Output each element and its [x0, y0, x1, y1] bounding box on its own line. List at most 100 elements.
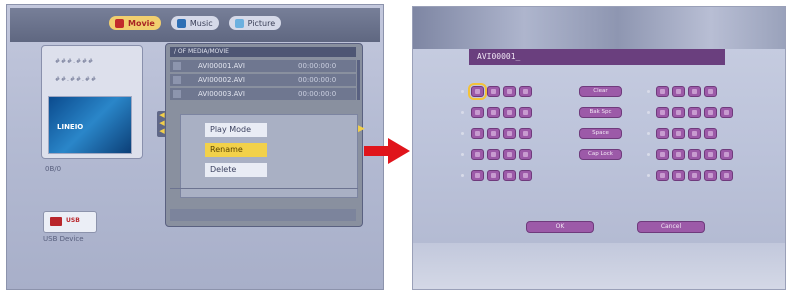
character-key[interactable]	[672, 128, 685, 139]
row-indicator-dot	[461, 153, 464, 156]
character-key[interactable]	[503, 107, 516, 118]
header-banner	[413, 7, 785, 49]
row-indicator-dot	[461, 90, 464, 93]
file-duration: 00:00:00:0	[298, 76, 337, 84]
character-key[interactable]	[656, 149, 669, 160]
video-preview: LINEIO	[48, 96, 132, 154]
usb-device-button[interactable]: USB	[43, 211, 97, 233]
character-key[interactable]	[688, 86, 701, 97]
character-key[interactable]	[704, 149, 717, 160]
character-key[interactable]	[519, 107, 532, 118]
character-key[interactable]	[720, 149, 733, 160]
character-key[interactable]	[487, 149, 500, 160]
space-key[interactable]: Space	[579, 128, 622, 139]
row-indicator-dot	[647, 153, 650, 156]
file-row[interactable]: AVI00002.AVI 00:00:00:0	[170, 74, 356, 86]
row-indicator-dot	[647, 132, 650, 135]
tab-music[interactable]: Music	[170, 16, 219, 30]
menu-item-delete[interactable]: Delete	[205, 163, 267, 177]
character-key[interactable]	[487, 128, 500, 139]
menu-item-rename[interactable]: Rename	[205, 143, 267, 157]
menu-item-play-mode[interactable]: Play Mode	[205, 123, 267, 137]
video-file-icon	[173, 62, 181, 70]
video-file-icon	[173, 90, 181, 98]
backspace-key[interactable]: Bak Spc	[579, 107, 622, 118]
clear-key[interactable]: Clear	[579, 86, 622, 97]
character-key[interactable]	[503, 86, 516, 97]
row-indicator-dot	[647, 90, 650, 93]
chevron-right-icon[interactable]: ▶	[358, 124, 365, 134]
row-indicator-dot	[461, 174, 464, 177]
file-list-path: / OF MEDIA/MOVIE	[170, 47, 356, 57]
character-key[interactable]	[704, 107, 717, 118]
file-info-line-1: ###.###	[55, 58, 95, 65]
character-key[interactable]	[656, 86, 669, 97]
music-note-icon	[176, 18, 186, 28]
row-indicator-dot	[461, 111, 464, 114]
character-key[interactable]	[704, 128, 717, 139]
character-key[interactable]	[672, 170, 685, 181]
file-name: AVI00003.AVI	[198, 90, 245, 98]
character-key[interactable]	[688, 107, 701, 118]
video-file-icon	[173, 76, 181, 84]
character-key[interactable]	[519, 170, 532, 181]
usb-icon	[50, 217, 62, 226]
character-key[interactable]	[656, 170, 669, 181]
panel-divider	[170, 188, 358, 189]
usb-label: USB	[66, 217, 80, 224]
character-key[interactable]	[688, 170, 701, 181]
tab-picture[interactable]: Picture	[228, 16, 282, 30]
caps-lock-key[interactable]: Cap Lock	[579, 149, 622, 160]
file-row[interactable]: AVI00001.AVI 00:00:00:0	[170, 60, 356, 72]
media-tabs: Movie Music Picture	[109, 13, 282, 33]
character-key[interactable]	[672, 86, 685, 97]
tab-movie[interactable]: Movie	[109, 16, 161, 30]
character-key[interactable]	[720, 170, 733, 181]
character-key[interactable]	[471, 170, 484, 181]
character-key[interactable]	[688, 149, 701, 160]
file-duration: 00:00:00:0	[298, 62, 337, 70]
file-list-scrollbar[interactable]	[357, 60, 360, 100]
tab-movie-label: Movie	[128, 18, 155, 28]
file-count-text: 0B/0	[45, 165, 62, 173]
character-key[interactable]	[656, 128, 669, 139]
character-key[interactable]	[503, 128, 516, 139]
character-key[interactable]	[656, 107, 669, 118]
film-icon	[115, 18, 124, 28]
character-key[interactable]	[720, 107, 733, 118]
character-key[interactable]	[487, 86, 500, 97]
file-list-panel: / OF MEDIA/MOVIE AVI00001.AVI 00:00:00:0…	[165, 43, 363, 227]
rename-keyboard-screen: AVI00001_ Clear Bak Spc Space Cap Lock O…	[412, 6, 786, 290]
character-key[interactable]	[519, 149, 532, 160]
character-key[interactable]	[672, 107, 685, 118]
character-key[interactable]	[487, 107, 500, 118]
picture-icon	[234, 18, 244, 28]
character-key[interactable]	[704, 86, 717, 97]
character-key[interactable]	[503, 149, 516, 160]
character-key[interactable]	[471, 128, 484, 139]
character-key[interactable]	[519, 86, 532, 97]
filename-input[interactable]: AVI00001_	[469, 49, 725, 65]
file-options-menu: Play Mode Rename Delete	[180, 114, 358, 198]
file-name: AVI00001.AVI	[198, 62, 245, 70]
tab-picture-label: Picture	[247, 18, 276, 28]
file-info-line-2: ##.##.##	[55, 76, 97, 83]
character-key[interactable]	[468, 83, 487, 100]
cancel-button[interactable]: Cancel	[637, 221, 705, 233]
character-key[interactable]	[487, 170, 500, 181]
character-key[interactable]	[688, 128, 701, 139]
ok-button[interactable]: OK	[526, 221, 594, 233]
row-indicator-dot	[461, 132, 464, 135]
character-key[interactable]	[471, 149, 484, 160]
character-key[interactable]	[503, 170, 516, 181]
character-key[interactable]	[471, 107, 484, 118]
file-info-card: ###.### ##.##.## LINEIO	[41, 45, 143, 159]
character-key[interactable]	[519, 128, 532, 139]
panel-footer-row	[170, 209, 356, 221]
file-browser-screen: Movie Music Picture ###.### ##.##.## LIN…	[6, 4, 384, 290]
footer-band	[413, 243, 785, 289]
red-arrow-icon	[364, 138, 410, 164]
file-row[interactable]: AVI00003.AVI 00:00:00:0	[170, 88, 356, 100]
character-key[interactable]	[672, 149, 685, 160]
character-key[interactable]	[704, 170, 717, 181]
